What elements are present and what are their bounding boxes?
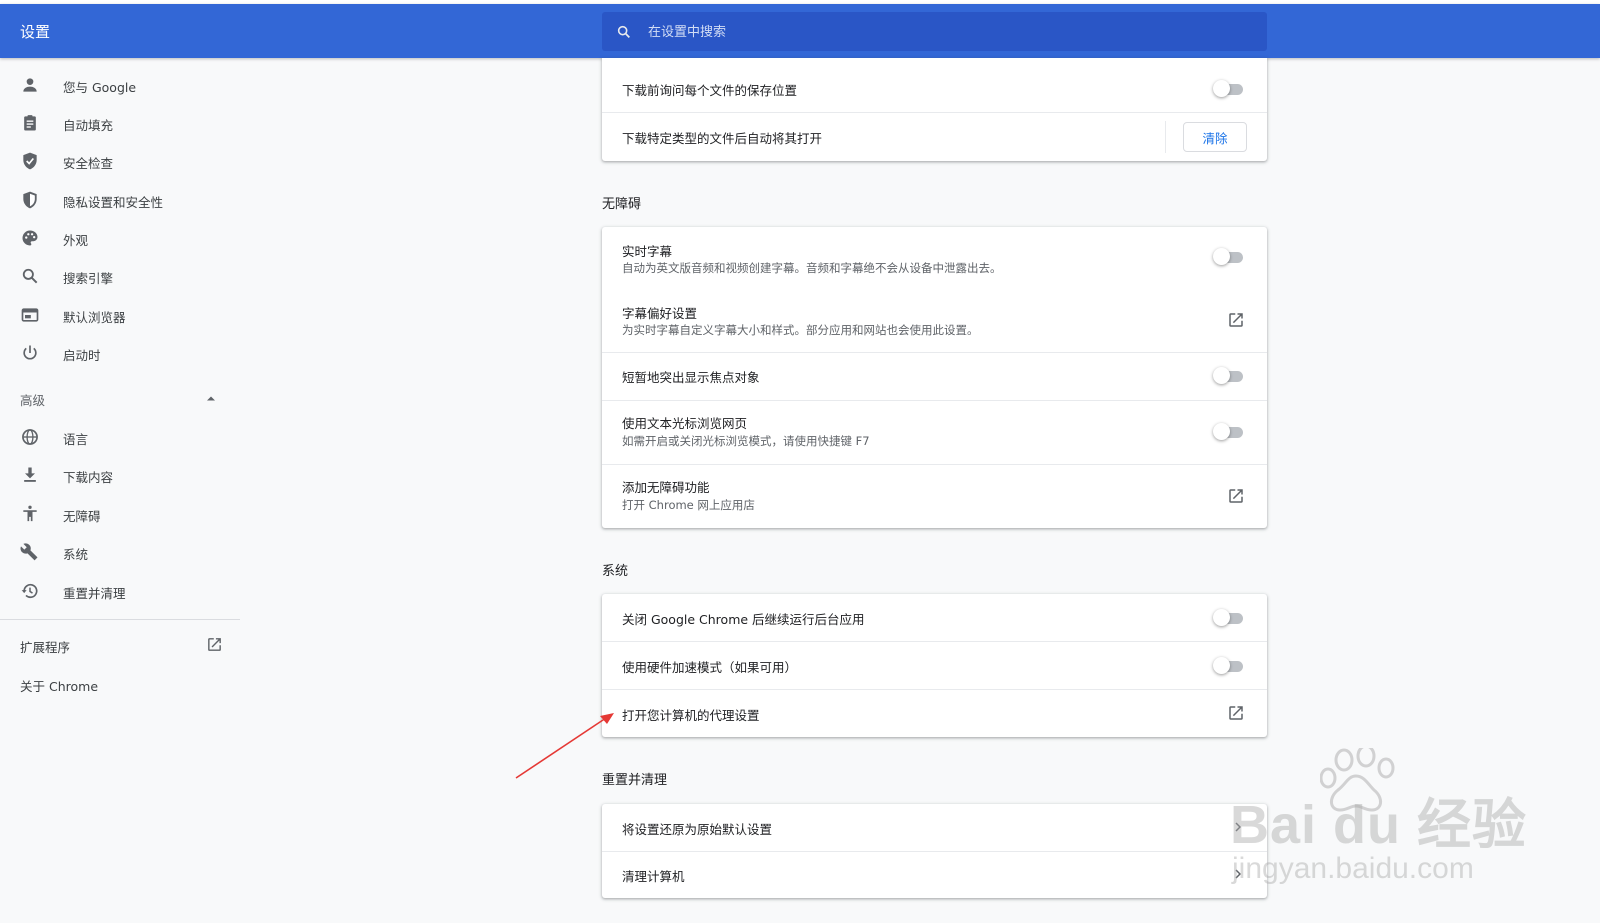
sidebar-item-downloads[interactable]: 下载内容 bbox=[0, 457, 240, 493]
setting-row-restore-defaults[interactable]: 将设置还原为原始默认设置 bbox=[602, 804, 1267, 851]
sidebar-item-label: 外观 bbox=[63, 233, 89, 248]
setting-title: 下载特定类型的文件后自动将其打开 bbox=[622, 131, 823, 146]
download-icon bbox=[24, 467, 36, 482]
browser-icon bbox=[21, 308, 39, 322]
setting-title: 关闭 Google Chrome 后继续运行后台应用 bbox=[622, 612, 865, 627]
sidebar-item-label: 默认浏览器 bbox=[63, 310, 126, 325]
setting-row-hardware-acceleration[interactable]: 使用硬件加速模式（如果可用） bbox=[602, 642, 1267, 689]
accessibility-card: 实时字幕 自动为英文版音频和视频创建字幕。音频和字幕绝不会从设备中泄露出去。 字… bbox=[602, 227, 1267, 528]
sidebar-item-on-startup[interactable]: 启动时 bbox=[0, 335, 240, 371]
clear-button[interactable]: 清除 bbox=[1183, 122, 1247, 152]
sidebar-item-languages[interactable]: 语言 bbox=[0, 419, 240, 455]
setting-subtitle: 打开 Chrome 网上应用店 bbox=[622, 498, 755, 512]
open-in-new-icon[interactable] bbox=[1227, 704, 1245, 722]
setting-row-caption-preferences[interactable]: 字幕偏好设置 为实时字幕自定义字幕大小和样式。部分应用和网站也会使用此设置。 bbox=[602, 289, 1267, 351]
sidebar-divider bbox=[0, 619, 240, 620]
setting-title: 清理计算机 bbox=[622, 869, 685, 884]
section-title-accessibility: 无障碍 bbox=[602, 197, 642, 212]
open-in-new-icon[interactable] bbox=[206, 636, 223, 653]
accessibility-icon bbox=[23, 505, 37, 522]
sidebar-item-label: 安全检查 bbox=[63, 156, 114, 171]
setting-title: 实时字幕 bbox=[622, 244, 673, 259]
setting-row-ask-location: 下载前询问每个文件的保存位置 bbox=[602, 58, 1267, 112]
setting-row-proxy-settings[interactable]: 打开您计算机的代理设置 bbox=[602, 690, 1267, 737]
sidebar-item-label: 您与 Google bbox=[63, 80, 137, 95]
setting-title: 使用硬件加速模式（如果可用） bbox=[622, 660, 798, 675]
sidebar-item-appearance[interactable]: 外观 bbox=[0, 220, 240, 256]
sidebar-item-label: 系统 bbox=[63, 547, 89, 562]
sidebar-item-label: 下载内容 bbox=[63, 470, 114, 485]
globe-icon bbox=[22, 429, 38, 445]
open-in-new-icon[interactable] bbox=[1227, 311, 1245, 329]
sidebar-item-privacy[interactable]: 隐私设置和安全性 bbox=[0, 182, 240, 218]
palette-icon bbox=[22, 230, 38, 246]
setting-row-background-apps[interactable]: 关闭 Google Chrome 后继续运行后台应用 bbox=[602, 594, 1267, 641]
system-card: 关闭 Google Chrome 后继续运行后台应用 使用硬件加速模式（如果可用… bbox=[602, 594, 1267, 737]
search-icon bbox=[617, 25, 630, 38]
chevron-up-icon[interactable] bbox=[206, 395, 216, 401]
sidebar-item-reset[interactable]: 重置并清理 bbox=[0, 573, 240, 609]
setting-row-auto-open: 下载特定类型的文件后自动将其打开 清除 bbox=[602, 113, 1267, 161]
wrench-icon bbox=[20, 543, 38, 561]
setting-row-live-caption[interactable]: 实时字幕 自动为英文版音频和视频创建字幕。音频和字幕绝不会从设备中泄露出去。 bbox=[602, 227, 1267, 289]
setting-row-caret-browsing[interactable]: 使用文本光标浏览网页 如需开启或关闭光标浏览模式，请使用快捷键 F7 bbox=[602, 401, 1267, 464]
setting-subtitle: 自动为英文版音频和视频创建字幕。音频和字幕绝不会从设备中泄露出去。 bbox=[622, 261, 1002, 275]
sidebar-item-label: 重置并清理 bbox=[63, 586, 126, 601]
sidebar: 您与 Google 自动填充 安全检查 隐私设置和安全性 外观 搜索引擎 默认浏… bbox=[0, 58, 240, 923]
setting-row-cleanup-computer[interactable]: 清理计算机 bbox=[602, 852, 1267, 898]
clipboard-icon bbox=[24, 115, 36, 131]
setting-row-focus-highlight[interactable]: 短暂地突出显示焦点对象 bbox=[602, 353, 1267, 400]
sidebar-item-autofill[interactable]: 自动填充 bbox=[0, 105, 240, 141]
advanced-section-label[interactable]: 高级 bbox=[20, 390, 45, 409]
toggle-switch[interactable] bbox=[1213, 80, 1245, 97]
sidebar-item-accessibility[interactable]: 无障碍 bbox=[0, 496, 240, 532]
setting-title: 打开您计算机的代理设置 bbox=[622, 708, 760, 723]
sidebar-item-default-browser[interactable]: 默认浏览器 bbox=[0, 297, 240, 333]
downloads-card: 下载前询问每个文件的保存位置 下载特定类型的文件后自动将其打开 清除 bbox=[602, 58, 1267, 161]
search-input[interactable] bbox=[646, 20, 1250, 44]
setting-title: 将设置还原为原始默认设置 bbox=[622, 822, 773, 837]
setting-title: 字幕偏好设置 bbox=[622, 306, 698, 321]
page-title: 设置 bbox=[20, 23, 51, 41]
sidebar-item-label: 启动时 bbox=[63, 348, 101, 363]
sidebar-item-label: 无障碍 bbox=[63, 509, 101, 524]
search-icon bbox=[22, 268, 38, 284]
sidebar-item-label: 隐私设置和安全性 bbox=[63, 195, 164, 210]
sidebar-item-safety-check[interactable]: 安全检查 bbox=[0, 143, 240, 179]
open-in-new-icon[interactable] bbox=[1227, 487, 1245, 505]
setting-title: 使用文本光标浏览网页 bbox=[622, 416, 748, 431]
watermark-url: jingyan.baidu.com bbox=[1232, 852, 1474, 885]
sidebar-item-about-chrome[interactable]: 关于 Chrome bbox=[20, 676, 98, 695]
sidebar-item-search-engine[interactable]: 搜索引擎 bbox=[0, 258, 240, 294]
sidebar-item-label: 语言 bbox=[63, 432, 89, 447]
annotation-arrow bbox=[515, 713, 614, 779]
section-title-system: 系统 bbox=[602, 564, 629, 579]
sidebar-item-label: 自动填充 bbox=[63, 118, 114, 133]
sidebar-item-you-and-google[interactable]: 您与 Google bbox=[0, 67, 240, 103]
setting-subtitle: 为实时字幕自定义字幕大小和样式。部分应用和网站也会使用此设置。 bbox=[622, 323, 979, 337]
setting-subtitle: 如需开启或关闭光标浏览模式，请使用快捷键 F7 bbox=[622, 434, 870, 448]
setting-row-add-accessibility-features[interactable]: 添加无障碍功能 打开 Chrome 网上应用店 bbox=[602, 465, 1267, 528]
toggle-switch[interactable] bbox=[1213, 367, 1245, 384]
row-divider bbox=[1165, 121, 1166, 153]
person-icon bbox=[23, 78, 37, 92]
header-bar: 设置 bbox=[0, 4, 1600, 58]
privacy-shield-icon bbox=[23, 191, 37, 209]
toggle-switch[interactable] bbox=[1213, 248, 1245, 265]
power-icon bbox=[23, 345, 37, 360]
sidebar-item-system[interactable]: 系统 bbox=[0, 534, 240, 570]
restore-icon bbox=[21, 583, 38, 599]
sidebar-item-extensions[interactable]: 扩展程序 bbox=[20, 637, 70, 656]
sidebar-item-label: 搜索引擎 bbox=[63, 271, 114, 286]
setting-title: 下载前询问每个文件的保存位置 bbox=[622, 83, 798, 98]
toggle-switch[interactable] bbox=[1213, 657, 1245, 674]
reset-card: 将设置还原为原始默认设置 清理计算机 bbox=[602, 804, 1267, 898]
toggle-switch[interactable] bbox=[1213, 609, 1245, 626]
search-box[interactable] bbox=[602, 12, 1267, 51]
watermark-logo-text: Bai du 经验 bbox=[1230, 795, 1528, 855]
setting-title: 添加无障碍功能 bbox=[622, 480, 710, 495]
toggle-switch[interactable] bbox=[1213, 423, 1245, 440]
setting-title: 短暂地突出显示焦点对象 bbox=[622, 370, 760, 385]
shield-check-icon bbox=[23, 152, 37, 170]
